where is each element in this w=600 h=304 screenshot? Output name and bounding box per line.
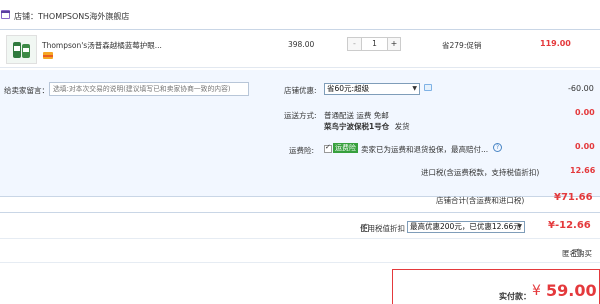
- chevron-down-icon: ▼: [412, 85, 417, 92]
- tax-discount-selected: 最高优惠200元，已优惠12.66元: [410, 222, 521, 231]
- store-name-link[interactable]: THOMPSONS海外旗舰店: [38, 12, 129, 21]
- tax-discount-label: 使用税值折扣: [360, 224, 405, 233]
- promo-select[interactable]: 省60元:超级 ▼: [324, 83, 420, 95]
- divider: [0, 238, 600, 239]
- anonymous-label: 匿名购买: [562, 249, 592, 258]
- divider: [0, 262, 600, 263]
- product-subtotal: 119.00: [540, 39, 571, 48]
- promo-label: 店铺优惠:: [284, 86, 317, 95]
- quantity-decrease-button[interactable]: -: [348, 38, 362, 50]
- quantity-stepper: - 1 +: [347, 37, 401, 51]
- store-icon: [1, 10, 10, 19]
- insurance-label: 运费险:: [289, 146, 315, 155]
- final-payment-currency: ¥: [532, 283, 541, 299]
- chevron-down-icon: ▼: [517, 223, 522, 230]
- import-tax-text: 进口税(含运费税款，支持税值折扣): [421, 168, 540, 177]
- quantity-input[interactable]: 1: [362, 38, 387, 50]
- product-row: Thompson's汤普森越橘蓝莓护眼... 398.00 - 1 + 省279…: [0, 29, 600, 68]
- shipping-method: 普通配送 运费 免邮: [324, 111, 389, 120]
- store-total-amount: ¥71.66: [554, 192, 593, 203]
- shipping-warehouse: 菜鸟宁波保税1号仓: [324, 122, 390, 131]
- help-icon[interactable]: ?: [493, 143, 502, 152]
- store-label: 店铺：: [14, 12, 38, 21]
- product-badge-icon: [43, 52, 53, 59]
- message-input[interactable]: [49, 82, 249, 96]
- product-price: 398.00: [288, 40, 315, 49]
- promo-selected: 省60元:超级: [327, 84, 370, 93]
- store-total-label: 店铺合计(含运费和进口税): [436, 196, 525, 205]
- final-payment-amount: 59.00: [546, 281, 597, 300]
- shipping-amount: 0.00: [575, 108, 595, 117]
- final-payment-label: 实付款：: [499, 292, 531, 301]
- promo-amount: -60.00: [568, 84, 594, 93]
- shipping-ship-text: 发货: [394, 122, 410, 131]
- tax-discount-amount: ¥-12.66: [548, 220, 591, 231]
- product-thumbnail[interactable]: [6, 35, 37, 64]
- store-header: 店铺：THOMPSONS海外旗舰店: [0, 0, 600, 28]
- final-payment-box: 实付款： ¥ 59.00: [392, 269, 600, 304]
- message-label: 给卖家留言：: [4, 86, 49, 95]
- import-tax-amount: 12.66: [570, 166, 596, 175]
- tax-discount-select[interactable]: 最高优惠200元，已优惠12.66元 ▼: [407, 221, 525, 233]
- quantity-increase-button[interactable]: +: [387, 38, 400, 50]
- product-name-link[interactable]: Thompson's汤普森越橘蓝莓护眼...: [42, 40, 162, 51]
- divider: [0, 212, 600, 213]
- product-discount: 省279:促销: [442, 41, 482, 50]
- insurance-amount: 0.00: [575, 142, 595, 151]
- insurance-checkbox[interactable]: [324, 143, 332, 153]
- insurance-text: 卖家已为运费和退货投保，最高赔付...: [361, 145, 489, 154]
- insurance-badge: 运费险: [333, 143, 358, 153]
- shipping-label: 运送方式:: [284, 111, 317, 120]
- info-icon[interactable]: [424, 84, 432, 91]
